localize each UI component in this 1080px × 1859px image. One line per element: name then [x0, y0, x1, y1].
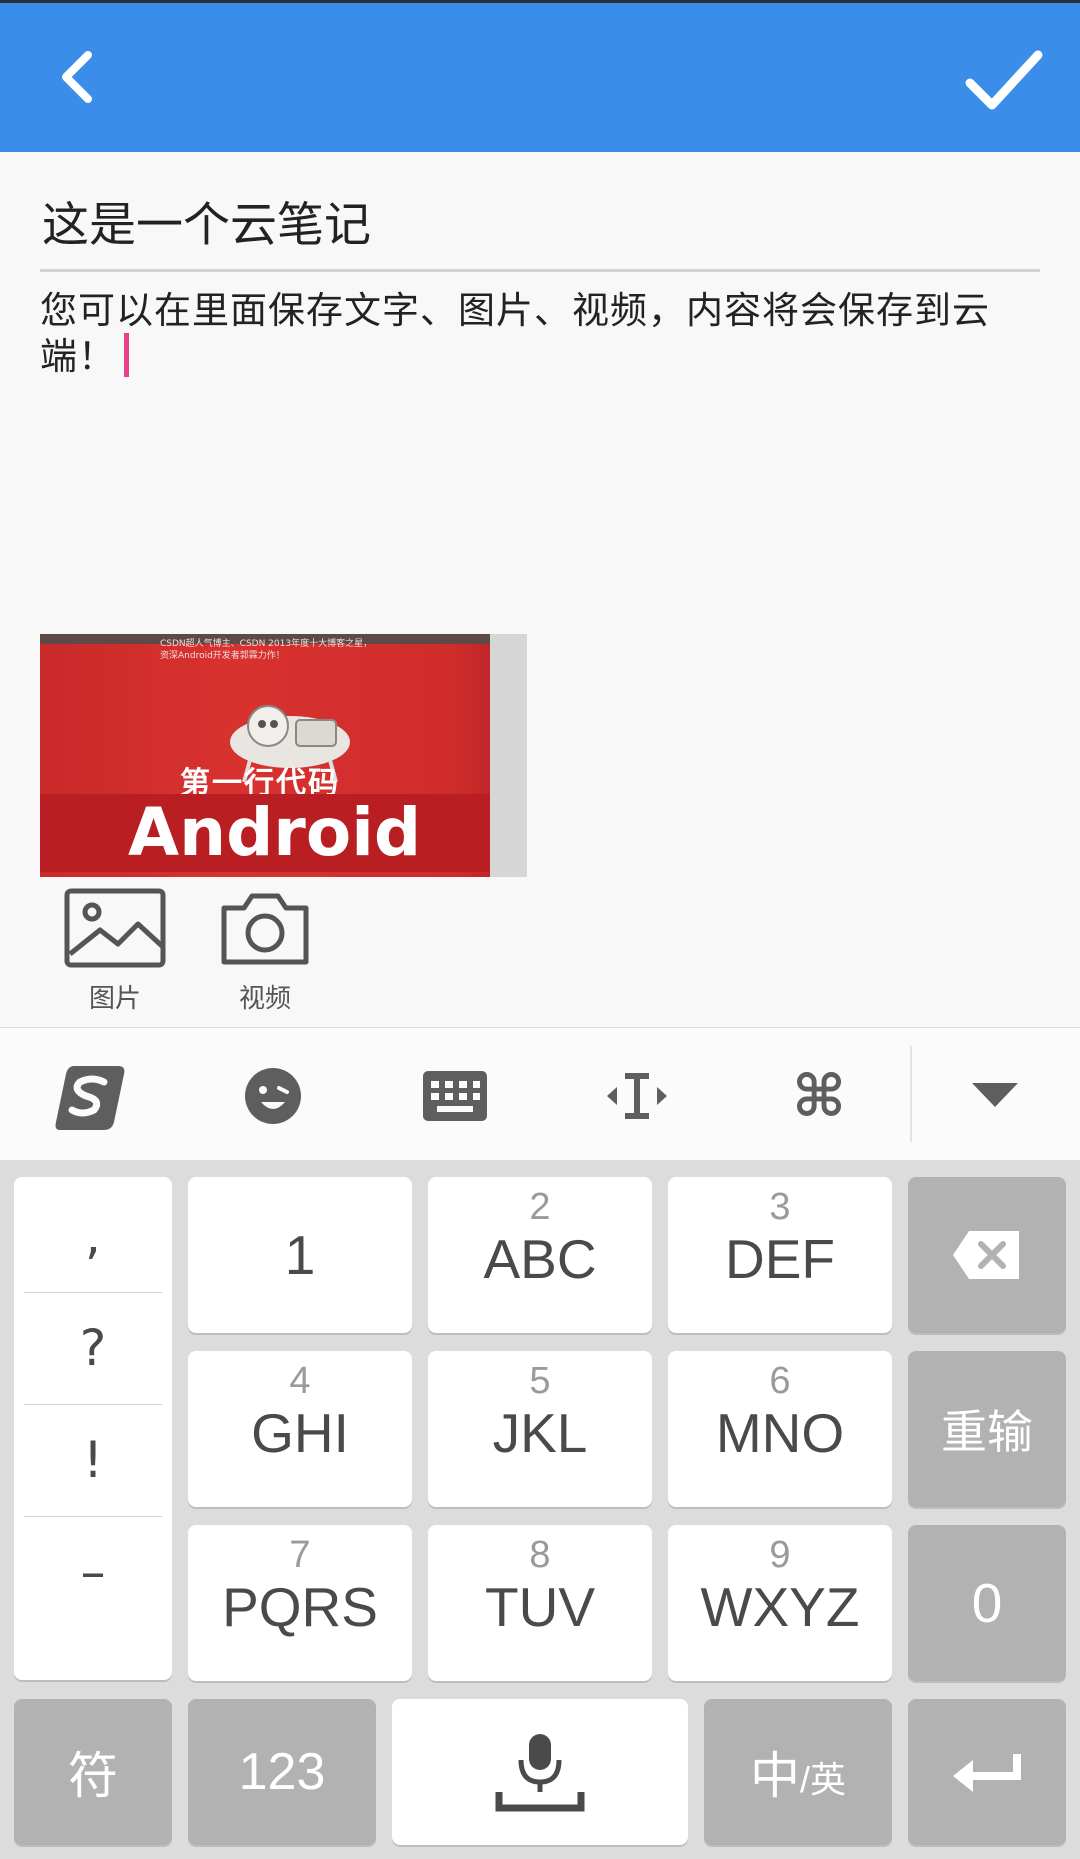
punct-key-exclaim[interactable]: ! — [24, 1404, 162, 1517]
key-6-mno[interactable]: 6 MNO — [668, 1351, 892, 1507]
note-title-input[interactable]: 这是一个云笔记 — [40, 190, 1040, 272]
language-switch-key[interactable]: 中/英 — [704, 1699, 892, 1845]
image-icon — [64, 888, 166, 968]
reset-key[interactable]: 重输 — [908, 1351, 1066, 1507]
enter-key[interactable] — [908, 1699, 1066, 1845]
punct-key-question[interactable]: ? — [24, 1292, 162, 1405]
space-voice-face — [392, 1699, 688, 1845]
key-2-num: 2 — [529, 1186, 551, 1228]
key-1[interactable]: 1 — [188, 1177, 412, 1333]
language-sub-label: /英 — [799, 1759, 846, 1800]
microphone-icon — [495, 1734, 585, 1812]
collapse-keyboard-button[interactable] — [950, 1056, 1040, 1136]
attached-photo[interactable]: CSDN超人气博主、CSDN 2013年度十大博客之星， 资深Android开发… — [40, 634, 527, 877]
emoji-icon — [245, 1068, 301, 1124]
key-5-jkl[interactable]: 5 JKL — [428, 1351, 652, 1507]
backspace-icon — [953, 1231, 1019, 1279]
key-8-tuv[interactable]: 8 TUV — [428, 1525, 652, 1681]
photo-en-title: Android — [128, 794, 422, 871]
note-body-text: 您可以在里面保存文字、图片、视频，内容将会保存到云端！ — [40, 289, 990, 378]
key-8-label: TUV — [485, 1576, 595, 1638]
camera-icon — [221, 893, 309, 965]
punct-key-comma[interactable]: , — [24, 1180, 162, 1293]
key-6-label: MNO — [715, 1402, 845, 1464]
photo-background — [490, 634, 527, 877]
keyboard-icon — [423, 1071, 487, 1121]
photo-blurb: CSDN超人气博主、CSDN 2013年度十大博客之星， 资深Android开发… — [160, 638, 372, 662]
toolbar-divider — [910, 1046, 912, 1142]
key-9-wxyz[interactable]: 9 WXYZ — [668, 1525, 892, 1681]
add-video-button[interactable]: 视频 — [218, 888, 312, 1015]
key-3-num: 3 — [769, 1186, 791, 1228]
language-main-label: 中 — [749, 1748, 800, 1804]
app-bar — [0, 0, 1080, 152]
reset-key-label: 重输 — [941, 1406, 1033, 1458]
text-cursor — [124, 333, 129, 377]
key-1-label: 1 — [284, 1224, 316, 1286]
numeric-key-label: 123 — [238, 1743, 326, 1801]
keyboard-switch-button[interactable] — [410, 1056, 500, 1136]
sogou-logo-icon — [55, 1066, 125, 1130]
cursor-move-button[interactable] — [592, 1056, 682, 1136]
add-video-label: 视频 — [238, 984, 291, 1014]
delete-key-face — [908, 1177, 1066, 1333]
key-5-label: JKL — [492, 1402, 588, 1464]
key-8-num: 8 — [529, 1534, 551, 1576]
numeric-key[interactable]: 123 — [188, 1699, 376, 1845]
key-3-label: DEF — [725, 1228, 835, 1290]
enter-key-face — [908, 1699, 1066, 1845]
key-4-num: 4 — [289, 1360, 311, 1402]
key-4-label: GHI — [251, 1402, 349, 1464]
command-icon: ⌘ — [792, 1062, 846, 1130]
note-body-input[interactable]: 您可以在里面保存文字、图片、视频，内容将会保存到云端！ — [40, 288, 1020, 379]
keyboard-toolbar: ⌘ — [0, 1027, 1080, 1160]
punct-key-dash[interactable]: – — [24, 1516, 162, 1628]
key-9-label: WXYZ — [700, 1576, 860, 1638]
key-4-ghi[interactable]: 4 GHI — [188, 1351, 412, 1507]
language-switch-face: 中/英 — [704, 1699, 892, 1845]
space-voice-key[interactable] — [392, 1699, 688, 1845]
collapse-icon — [972, 1083, 1018, 1107]
emoji-button[interactable] — [228, 1056, 318, 1136]
photo-blurb-line2: 资深Android开发者郭霖力作！ — [160, 651, 285, 661]
symbols-key-label: 符 — [68, 1748, 118, 1804]
zero-key[interactable]: 0 — [908, 1525, 1066, 1681]
check-icon — [965, 50, 1043, 110]
command-button[interactable]: ⌘ — [774, 1056, 864, 1136]
key-9-num: 9 — [769, 1534, 791, 1576]
punctuation-column: , ? ! – — [14, 1177, 172, 1680]
key-7-pqrs[interactable]: 7 PQRS — [188, 1525, 412, 1681]
add-image-button[interactable]: 图片 — [64, 888, 166, 1015]
symbols-key[interactable]: 符 — [14, 1699, 172, 1845]
key-2-label: ABC — [483, 1228, 597, 1290]
chevron-left-icon — [62, 51, 92, 103]
key-7-label: PQRS — [222, 1576, 378, 1638]
photo-blurb-line1: CSDN超人气博主、CSDN 2013年度十大博客之星， — [160, 639, 373, 649]
zero-key-label: 0 — [971, 1572, 1003, 1634]
sogou-logo-button[interactable] — [46, 1056, 136, 1136]
key-5-num: 5 — [529, 1360, 551, 1402]
keyboard: , ? ! – 1 2 ABC 3 DEF 4 GHI 5 JKL 6 MNO — [0, 1160, 1080, 1859]
save-button[interactable] — [964, 45, 1044, 115]
note-title-text: 这是一个云笔记 — [42, 198, 371, 253]
enter-icon — [953, 1754, 1021, 1792]
cursor-icon — [607, 1073, 667, 1119]
key-2-abc[interactable]: 2 ABC — [428, 1177, 652, 1333]
delete-key[interactable] — [908, 1177, 1066, 1333]
key-6-num: 6 — [769, 1360, 791, 1402]
key-3-def[interactable]: 3 DEF — [668, 1177, 892, 1333]
add-image-label: 图片 — [88, 984, 141, 1014]
back-button[interactable] — [50, 47, 110, 107]
key-7-num: 7 — [289, 1534, 311, 1576]
